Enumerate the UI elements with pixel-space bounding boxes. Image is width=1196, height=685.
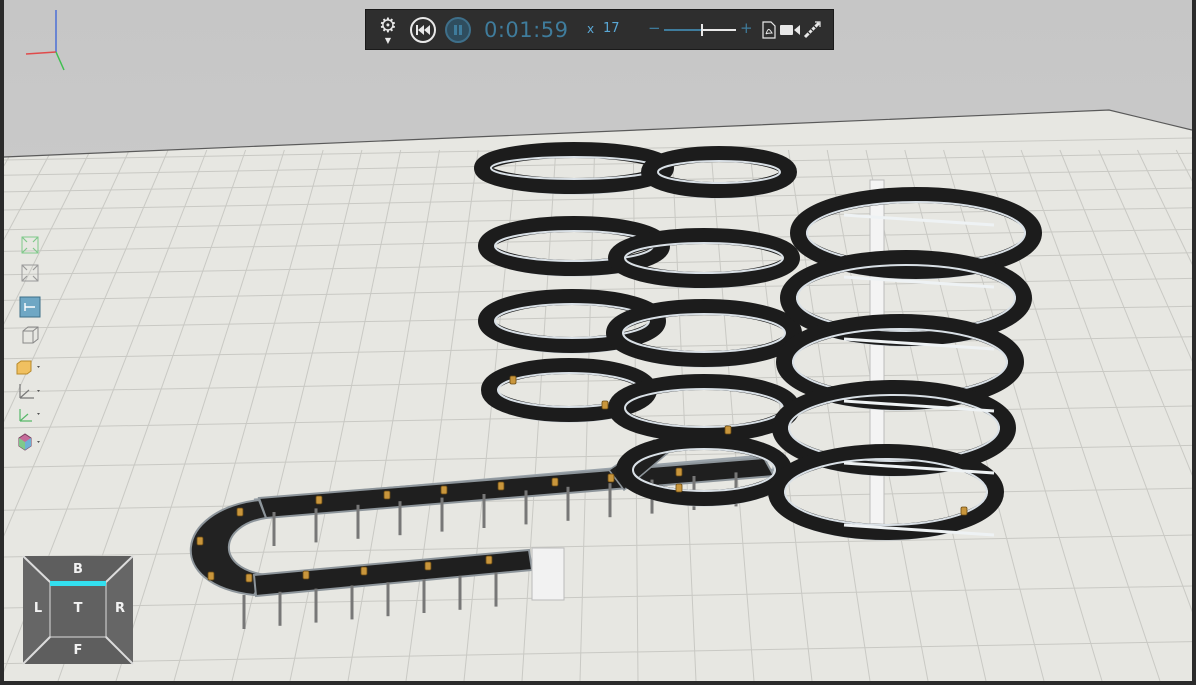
nav-cube-back-label[interactable]: B bbox=[68, 562, 88, 577]
ruler-icon bbox=[803, 21, 821, 39]
product-can bbox=[440, 485, 448, 495]
navigation-cube[interactable]: B L T R F bbox=[22, 555, 134, 665]
elapsed-time-display: 0:01:59 bbox=[484, 18, 569, 42]
product-can bbox=[207, 571, 215, 581]
pause-button[interactable] bbox=[445, 17, 471, 43]
product-can bbox=[724, 425, 732, 435]
speed-slider-fill bbox=[701, 29, 736, 31]
floor bbox=[4, 110, 1192, 681]
gear-icon: ⚙ bbox=[379, 13, 397, 37]
zoom-out-button[interactable]: − bbox=[648, 19, 661, 37]
product-can bbox=[607, 473, 615, 483]
wireframe-box-icon[interactable] bbox=[14, 324, 44, 346]
playback-toolbar: ⚙ ▼ 0:01:59 x 17 − + bbox=[365, 9, 834, 50]
settings-button[interactable]: ⚙ ▼ bbox=[376, 14, 400, 46]
3d-viewport[interactable]: B L T R F bbox=[4, 0, 1192, 681]
product-can bbox=[551, 477, 559, 487]
axes-icon[interactable] bbox=[14, 380, 44, 402]
nav-cube-front-label[interactable]: F bbox=[68, 643, 88, 658]
fit-selection-icon[interactable] bbox=[14, 262, 44, 284]
product-can bbox=[509, 375, 517, 385]
record-video-button[interactable] bbox=[780, 22, 800, 38]
tower-column bbox=[869, 179, 885, 531]
render-style-icon[interactable] bbox=[14, 431, 44, 453]
object-visibility-icon[interactable] bbox=[14, 356, 44, 378]
measure-button[interactable] bbox=[803, 20, 821, 40]
zoom-in-button[interactable]: + bbox=[740, 19, 753, 37]
product-can bbox=[675, 467, 683, 477]
product-can bbox=[196, 536, 204, 546]
chevron-down-icon: ▼ bbox=[384, 36, 392, 45]
skip-to-start-icon bbox=[416, 25, 430, 35]
product-can bbox=[960, 506, 968, 516]
product-can bbox=[383, 490, 391, 500]
speed-slider[interactable]: − + bbox=[648, 19, 753, 39]
product-can bbox=[424, 561, 432, 571]
product-can bbox=[485, 555, 493, 565]
product-can bbox=[302, 570, 310, 580]
pdf-icon bbox=[762, 21, 776, 39]
nav-cube-right-label[interactable]: R bbox=[110, 601, 130, 616]
product-can bbox=[675, 483, 683, 493]
snap-axes-icon[interactable] bbox=[14, 403, 44, 425]
product-can bbox=[601, 400, 609, 410]
pause-icon bbox=[454, 25, 462, 35]
video-camera-icon bbox=[780, 25, 800, 35]
nav-cube-top-label[interactable]: T bbox=[68, 601, 88, 616]
fit-all-icon[interactable] bbox=[14, 234, 44, 256]
product-can bbox=[245, 573, 253, 583]
product-can bbox=[236, 507, 244, 517]
product-can bbox=[497, 481, 505, 491]
speed-multiplier-value: 17 bbox=[603, 21, 620, 36]
rewind-button[interactable] bbox=[410, 17, 436, 43]
speed-multiplier-prefix: x bbox=[587, 22, 595, 36]
scene-canvas[interactable] bbox=[4, 0, 1192, 681]
export-pdf-button[interactable] bbox=[761, 20, 777, 40]
axis-triad bbox=[25, 10, 65, 71]
product-can bbox=[360, 566, 368, 576]
transfer-box bbox=[531, 547, 565, 601]
nav-cube-left-label[interactable]: L bbox=[28, 601, 48, 616]
view-mode-icon[interactable] bbox=[14, 296, 44, 320]
product-can bbox=[315, 495, 323, 505]
